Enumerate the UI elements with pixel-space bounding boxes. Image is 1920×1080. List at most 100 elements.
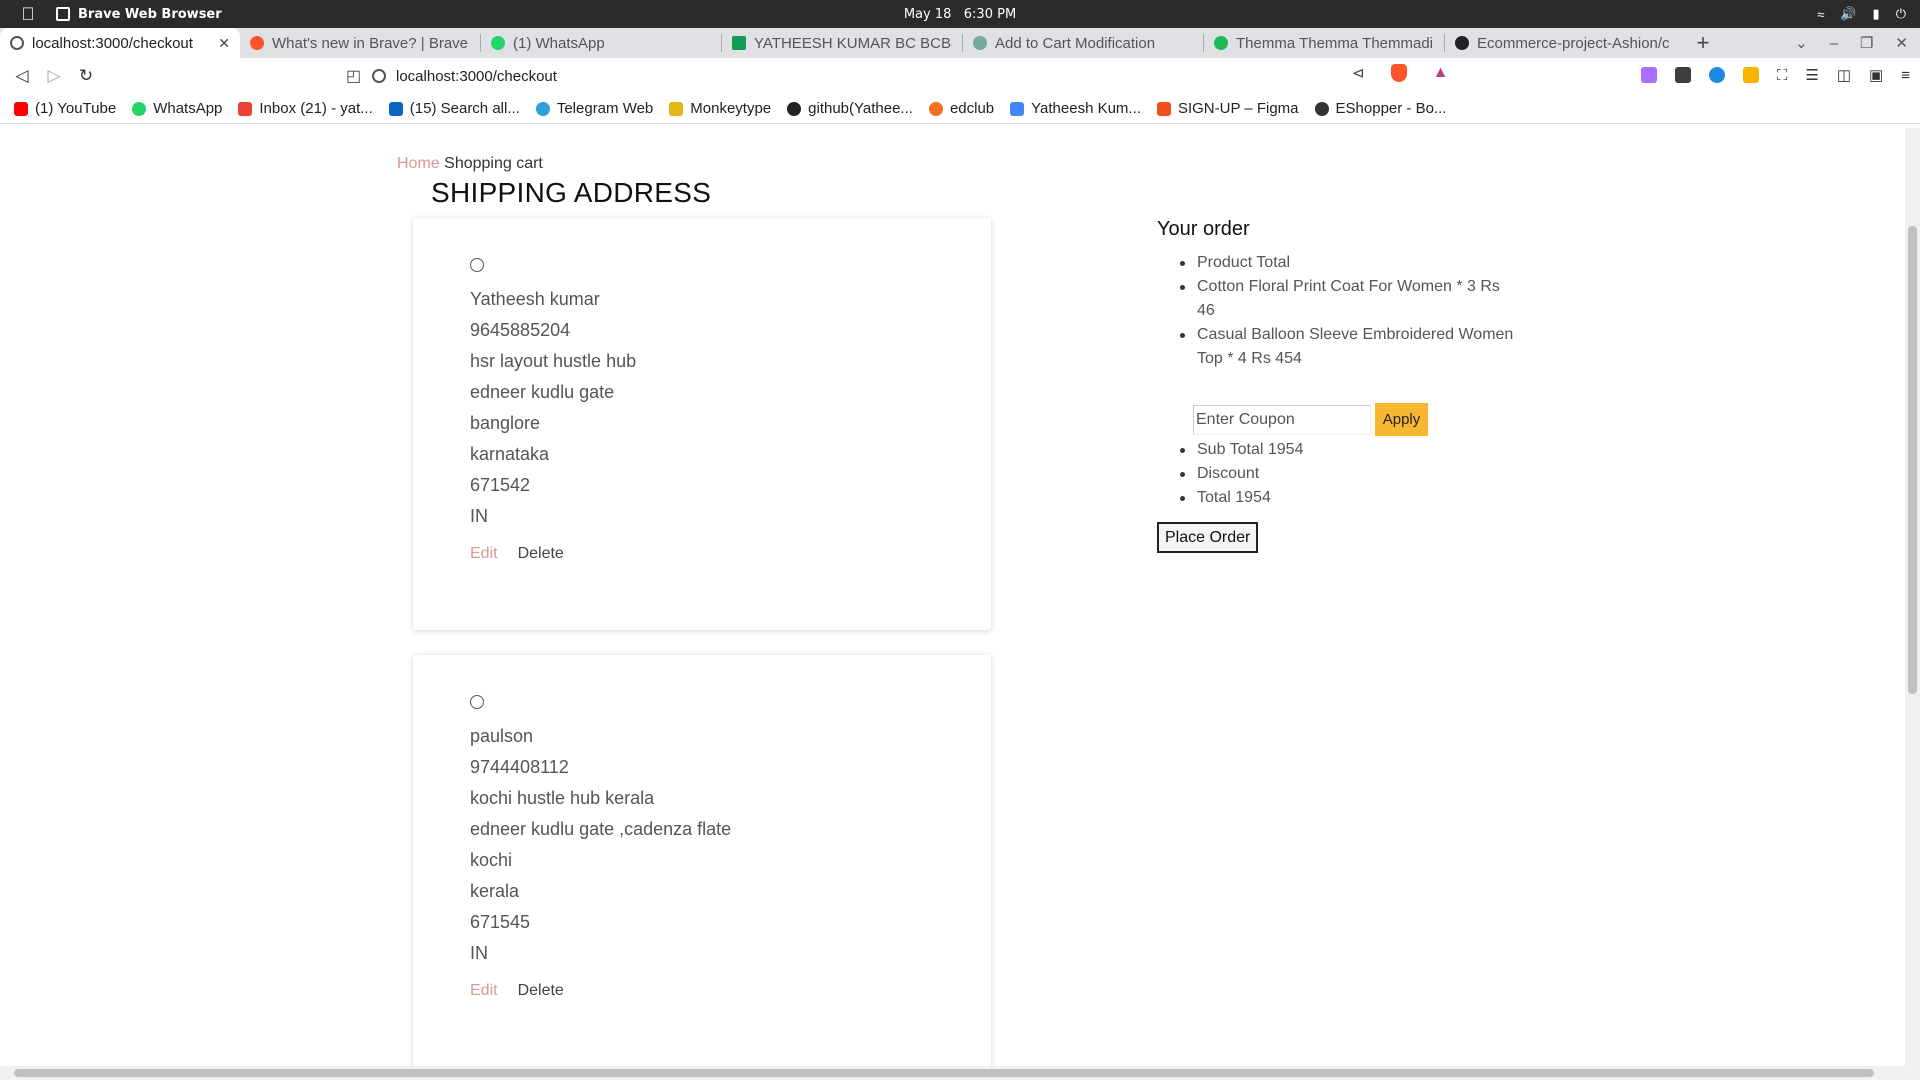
- tab-title: What's new in Brave? | Brave: [272, 34, 469, 52]
- extension-icons: ⛶ ☰ ◫ ▣ ≡: [1640, 66, 1910, 84]
- new-tab-button[interactable]: +: [1685, 28, 1721, 58]
- tab-whatsapp[interactable]: (1) WhatsApp: [481, 28, 721, 58]
- coupon-row: Apply: [1193, 403, 1517, 436]
- tab-spotify[interactable]: Themma Themma Themmadi: [1204, 28, 1444, 58]
- address-pincode: 671545: [470, 912, 531, 932]
- tab-title: localhost:3000/checkout: [32, 34, 193, 52]
- tab-checkout[interactable]: localhost:3000/checkout ✕: [0, 28, 240, 58]
- volume-icon[interactable]: 🔊: [1840, 6, 1856, 22]
- order-title: Your order: [1157, 218, 1250, 240]
- address-actions: Edit Delete: [470, 982, 564, 1000]
- address-city: kochi: [470, 850, 513, 870]
- address-bar[interactable]: localhost:3000/checkout: [372, 62, 1452, 90]
- bookmarks-bar: (1) YouTube WhatsApp Inbox (21) - yat...…: [0, 94, 1920, 124]
- maximize-icon[interactable]: ❐: [1860, 34, 1873, 52]
- bookmark-drive[interactable]: Yatheesh Kum...: [1010, 100, 1141, 117]
- playlist-icon[interactable]: ☰: [1805, 66, 1818, 84]
- minimize-icon[interactable]: –: [1830, 35, 1838, 52]
- chatgpt-icon: [973, 36, 987, 50]
- page-title: SHIPPING ADDRESS: [431, 177, 712, 208]
- bookmark-edclub[interactable]: edclub: [928, 100, 995, 117]
- address-radio[interactable]: [470, 695, 484, 709]
- address-country: IN: [470, 506, 488, 526]
- extension-icon[interactable]: [1674, 67, 1691, 83]
- window-close-icon[interactable]: ✕: [1895, 34, 1908, 52]
- order-item: Cotton Floral Print Coat For Women * 3 R…: [1157, 275, 1517, 323]
- breadcrumb-home-link[interactable]: Home: [397, 155, 440, 172]
- battery-icon[interactable]: ▮: [1873, 6, 1880, 22]
- scrollbar-thumb[interactable]: [14, 1069, 1874, 1077]
- order-item: Casual Balloon Sleeve Embroidered Women …: [1157, 323, 1517, 371]
- tab-title: YATHEESH KUMAR BC BCB86: [754, 34, 952, 52]
- close-icon[interactable]: ✕: [218, 35, 230, 52]
- extension-icon[interactable]: [1640, 67, 1657, 83]
- tab-title: Themma Themma Themmadi: [1236, 34, 1434, 52]
- bookmark-linkedin[interactable]: (15) Search all...: [388, 100, 520, 117]
- delete-address-link[interactable]: Delete: [518, 545, 564, 563]
- bookmark-telegram[interactable]: Telegram Web: [535, 100, 653, 117]
- browser-toolbar: ◁ ▷ ↻ ◰ localhost:3000/checkout ⊲ ▲ ⛶ ☰ …: [0, 58, 1920, 94]
- vertical-scrollbar[interactable]: [1905, 128, 1920, 1068]
- bookmark-figma[interactable]: SIGN-UP – Figma: [1156, 100, 1299, 117]
- wifi-icon[interactable]: ≈: [1817, 7, 1824, 22]
- scrollbar-thumb[interactable]: [1908, 226, 1917, 694]
- address-country: IN: [470, 943, 488, 963]
- wallet-icon[interactable]: ▣: [1869, 66, 1883, 84]
- apply-coupon-button[interactable]: Apply: [1375, 403, 1428, 436]
- address-line-1: kochi hustle hub kerala: [470, 788, 655, 808]
- breadcrumb-current: Shopping cart: [444, 155, 543, 172]
- brave-rewards-icon[interactable]: ▲: [1433, 64, 1449, 82]
- extension-icon[interactable]: [1742, 67, 1759, 83]
- address-radio[interactable]: [470, 258, 484, 272]
- delete-address-link[interactable]: Delete: [518, 982, 564, 1000]
- active-app[interactable]: Brave Web Browser: [56, 7, 222, 22]
- extension-icon[interactable]: [1708, 67, 1725, 83]
- order-items: Product Total Cotton Floral Print Coat F…: [1157, 251, 1517, 371]
- coupon-input[interactable]: [1193, 404, 1371, 435]
- share-icon[interactable]: ⊲: [1352, 64, 1365, 82]
- tab-sheets[interactable]: YATHEESH KUMAR BC BCB86: [722, 28, 962, 58]
- browser-app-icon: [56, 7, 70, 21]
- power-icon[interactable]: ⏻: [1896, 6, 1906, 22]
- sidebar-icon[interactable]: ◫: [1837, 66, 1851, 84]
- site-info-icon[interactable]: [372, 69, 386, 83]
- bookmark-icon[interactable]: ◰: [346, 66, 361, 86]
- bookmark-label: SIGN-UP – Figma: [1177, 100, 1299, 117]
- place-order-button[interactable]: Place Order: [1157, 522, 1259, 553]
- active-app-name: Brave Web Browser: [78, 6, 222, 22]
- tab-brave-whats-new[interactable]: What's new in Brave? | Brave: [240, 28, 480, 58]
- bookmark-gmail[interactable]: Inbox (21) - yat...: [238, 100, 373, 117]
- apple-menu-icon[interactable]: : [0, 4, 56, 25]
- address-card[interactable]: paulson 9744408112 kochi hustle hub kera…: [413, 655, 991, 1067]
- bookmark-whatsapp[interactable]: WhatsApp: [132, 100, 222, 117]
- bookmark-youtube[interactable]: (1) YouTube: [14, 100, 116, 117]
- puzzle-icon[interactable]: ⛶: [1777, 67, 1788, 84]
- address-card[interactable]: Yatheesh kumar 9645885204 hsr layout hus…: [413, 218, 991, 630]
- bookmark-github[interactable]: github(Yathee...: [787, 100, 913, 117]
- address-state: kerala: [470, 881, 520, 901]
- horizontal-scrollbar[interactable]: [0, 1066, 1920, 1080]
- gmail-icon: [238, 101, 253, 116]
- bookmark-monkeytype[interactable]: Monkeytype: [669, 100, 771, 117]
- spotify-icon: [1214, 36, 1228, 50]
- bookmark-eshopper[interactable]: EShopper - Bo...: [1314, 100, 1446, 117]
- tab-search-icon[interactable]: ⌄: [1795, 34, 1808, 52]
- menu-icon[interactable]: ≡: [1901, 67, 1910, 84]
- edit-address-link[interactable]: Edit: [470, 982, 498, 1000]
- tab-title: Ecommerce-project-Ashion/c: [1477, 34, 1670, 52]
- bookmark-label: edclub: [949, 100, 995, 117]
- reload-icon[interactable]: ↻: [70, 66, 102, 86]
- tab-title: (1) WhatsApp: [513, 34, 605, 52]
- address-state: karnataka: [470, 444, 550, 464]
- back-icon[interactable]: ◁: [6, 66, 38, 86]
- tab-chatgpt[interactable]: Add to Cart Modification: [963, 28, 1203, 58]
- forward-icon[interactable]: ▷: [38, 66, 70, 86]
- globe-icon: [10, 36, 24, 50]
- tab-github[interactable]: Ecommerce-project-Ashion/c: [1445, 28, 1685, 58]
- brave-shields-icon[interactable]: [1390, 64, 1407, 82]
- edit-address-link[interactable]: Edit: [470, 545, 498, 563]
- figma-icon: [1156, 101, 1171, 116]
- system-tray: ≈ 🔊 ▮ ⏻: [1817, 0, 1906, 28]
- os-top-bar:  Brave Web Browser May 18 6:30 PM ≈ 🔊 ▮…: [0, 0, 1920, 28]
- clock-time: 6:30 PM: [963, 6, 1017, 22]
